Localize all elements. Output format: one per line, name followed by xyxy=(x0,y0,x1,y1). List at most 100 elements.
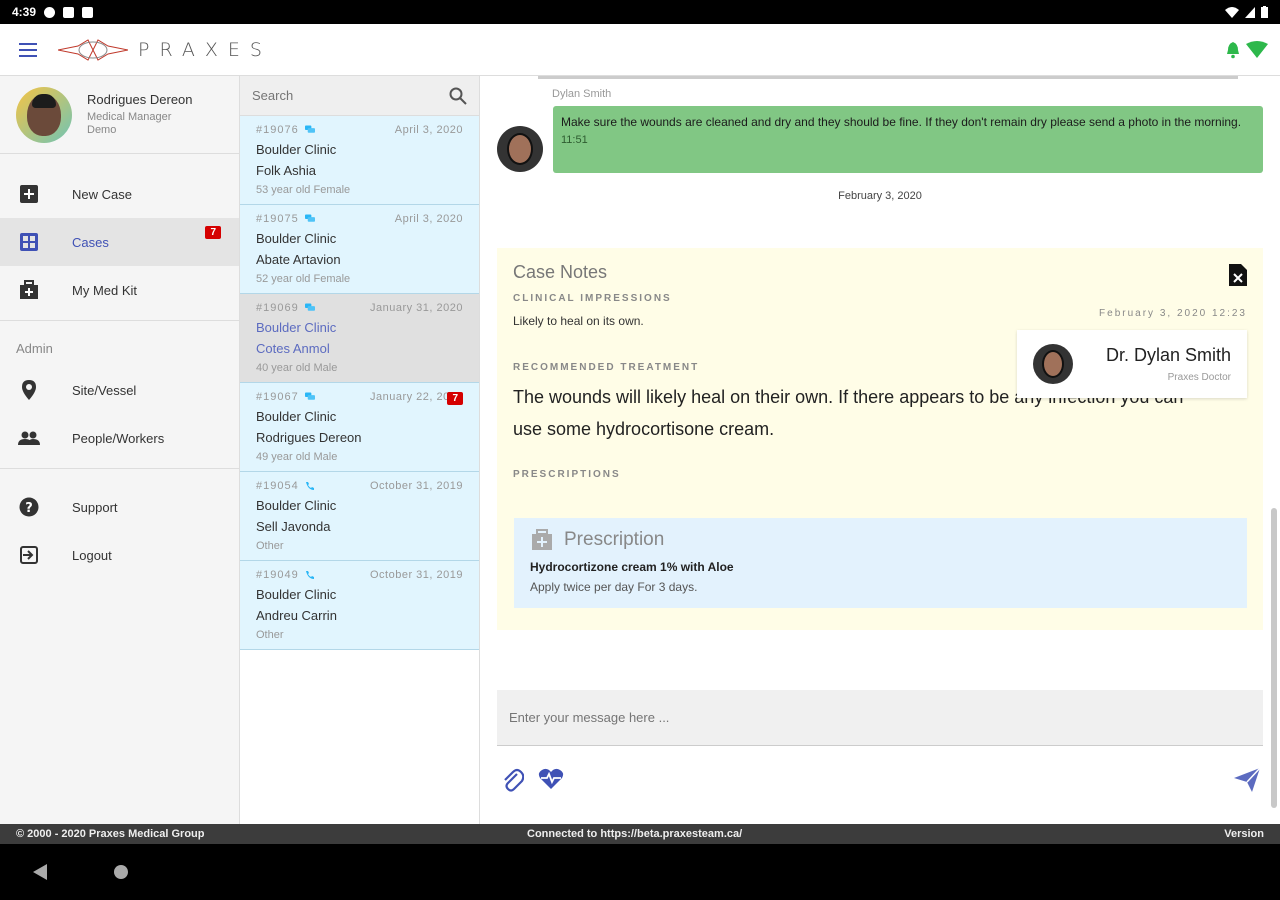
case-patient-desc: 40 year old Male xyxy=(256,362,338,374)
case-clinic: Boulder Clinic xyxy=(256,409,337,424)
case-id: #19069 xyxy=(256,302,299,314)
message-bubble[interactable]: Make sure the wounds are cleaned and dry… xyxy=(553,106,1263,173)
case-clinic: Boulder Clinic xyxy=(256,320,337,335)
list-item[interactable]: #19076 April 3, 2020 Boulder Clinic Folk As… xyxy=(240,116,479,205)
sidebar-item-label: Support xyxy=(72,499,118,515)
list-item[interactable]: #19054 October 31, 2019 Boulder Clinic Sell… xyxy=(240,472,479,561)
doctor-role: Praxes Doctor xyxy=(1167,372,1231,383)
message-input[interactable] xyxy=(497,690,1263,746)
sidebar-item-label: Site/Vessel xyxy=(72,382,137,398)
message-sender: Dylan Smith xyxy=(552,88,612,100)
case-detail-panel: Dylan Smith Make sure the wounds are cle… xyxy=(480,76,1280,824)
case-patient-name: Sell Javonda xyxy=(256,519,331,534)
menu-button[interactable] xyxy=(0,24,58,76)
profile-org: Demo xyxy=(87,124,117,136)
pdf-document-icon[interactable] xyxy=(1229,264,1247,286)
case-id: #19054 xyxy=(256,480,299,492)
chat-icon xyxy=(304,392,315,402)
sidebar-item-support[interactable]: ? Support xyxy=(0,483,239,531)
signal-icon xyxy=(1245,6,1255,18)
case-date: January 31, 2020 xyxy=(369,302,463,314)
version-link[interactable]: Version xyxy=(1224,828,1264,840)
sidebar-item-logout[interactable]: Logout xyxy=(0,531,239,579)
sidebar: Rodrigues Dereon Medical Manager Demo Ne… xyxy=(0,76,240,824)
wifi-icon xyxy=(1225,6,1239,18)
sd-card-status-icon xyxy=(82,6,94,18)
svg-text:?: ? xyxy=(25,501,33,516)
status-time: 4:39 xyxy=(12,5,37,19)
list-item[interactable]: #19069 January 31, 2020 Boulder Clinic Cote… xyxy=(240,294,479,383)
sidebar-item-people-workers[interactable]: People/Workers xyxy=(0,414,239,462)
copyright-text: © 2000 - 2020 Praxes Medical Group xyxy=(16,828,205,840)
phone-icon xyxy=(305,570,315,580)
add-box-icon xyxy=(18,183,40,205)
app-status-icon xyxy=(63,6,75,18)
medical-kit-icon xyxy=(18,279,40,301)
people-icon xyxy=(18,427,40,449)
divider xyxy=(0,320,239,321)
attachment-icon[interactable] xyxy=(502,768,524,792)
case-patient-name: Abate Artavion xyxy=(256,252,341,267)
sidebar-item-cases[interactable]: Cases 7 xyxy=(0,218,239,266)
logout-icon xyxy=(18,544,40,566)
notification-bell-icon[interactable] xyxy=(1224,41,1242,59)
case-patient-desc: 53 year old Female xyxy=(256,184,351,196)
vitals-heart-icon[interactable] xyxy=(538,768,564,790)
back-icon[interactable] xyxy=(33,864,47,880)
status-bar: 4:39 xyxy=(0,0,1280,24)
send-icon[interactable] xyxy=(1234,768,1260,792)
case-date: April 3, 2020 xyxy=(394,124,463,136)
help-icon: ? xyxy=(18,496,40,518)
sidebar-item-label: New Case xyxy=(72,186,132,202)
prescription-card[interactable]: Prescription Hydrocortizone cream 1% wit… xyxy=(514,518,1247,608)
logo-emblem-icon xyxy=(58,38,128,61)
search-icon[interactable] xyxy=(449,87,467,105)
sidebar-item-label: Cases xyxy=(72,234,109,250)
sidebar-item-label: Logout xyxy=(72,547,112,563)
case-patient-name: Rodrigues Dereon xyxy=(256,430,362,445)
divider xyxy=(0,468,239,469)
doctor-avatar xyxy=(1033,344,1073,384)
case-clinic: Boulder Clinic xyxy=(256,142,337,157)
case-patient-name: Folk Ashia xyxy=(256,163,316,178)
connection-status-text: Connected to https://beta.praxesteam.ca/ xyxy=(527,828,743,840)
case-date: October 31, 2019 xyxy=(369,480,463,492)
chat-icon xyxy=(304,303,315,313)
message-text: Make sure the wounds are cleaned and dry… xyxy=(561,115,1242,129)
search-input[interactable] xyxy=(252,88,449,103)
praxes-logo: PRAXES xyxy=(58,38,272,62)
sidebar-item-label: My Med Kit xyxy=(72,282,138,298)
message-time: 11:51 xyxy=(561,134,588,146)
list-item[interactable]: #19049 October 31, 2019 Boulder Clinic Andr… xyxy=(240,561,479,650)
search-bar xyxy=(240,76,479,116)
case-unread-badge: 7 xyxy=(447,392,463,405)
clinical-impressions-label: CLINICAL IMPRESSIONS xyxy=(513,293,672,304)
list-item[interactable]: #19075 April 3, 2020 Boulder Clinic Abate A… xyxy=(240,205,479,294)
app-bar: PRAXES xyxy=(0,24,1280,76)
case-clinic: Boulder Clinic xyxy=(256,231,337,246)
case-id: #19076 xyxy=(256,124,299,136)
sidebar-item-label: People/Workers xyxy=(72,430,165,446)
case-notes-card: Case Notes CLINICAL IMPRESSIONS Likely t… xyxy=(497,248,1263,630)
case-patient-desc: Other xyxy=(256,629,284,641)
case-clinic: Boulder Clinic xyxy=(256,587,337,602)
settings-status-icon xyxy=(44,6,56,18)
system-navigation-bar xyxy=(0,844,1280,900)
scrollbar[interactable] xyxy=(1271,508,1277,808)
cases-count-badge: 7 xyxy=(205,226,221,239)
battery-icon xyxy=(1261,6,1268,18)
case-id: #19049 xyxy=(256,569,299,581)
chat-icon xyxy=(304,125,315,135)
sidebar-item-site-vessel[interactable]: Site/Vessel xyxy=(0,366,239,414)
profile-role: Medical Manager xyxy=(87,111,172,123)
case-date: October 31, 2019 xyxy=(369,569,463,581)
prescription-directions: Apply twice per day For 3 days. xyxy=(530,580,698,594)
case-patient-desc: 49 year old Male xyxy=(256,451,338,463)
list-item[interactable]: #19067 January 22, 2020 7 Boulder Clinic Rod… xyxy=(240,383,479,472)
sidebar-item-med-kit[interactable]: My Med Kit xyxy=(0,266,239,314)
case-patient-name: Andreu Carrin xyxy=(256,608,337,623)
sidebar-item-new-case[interactable]: New Case xyxy=(0,170,239,218)
connection-status-icon[interactable] xyxy=(1246,40,1268,59)
home-icon[interactable] xyxy=(113,864,129,880)
user-profile[interactable]: Rodrigues Dereon Medical Manager Demo xyxy=(0,76,239,154)
